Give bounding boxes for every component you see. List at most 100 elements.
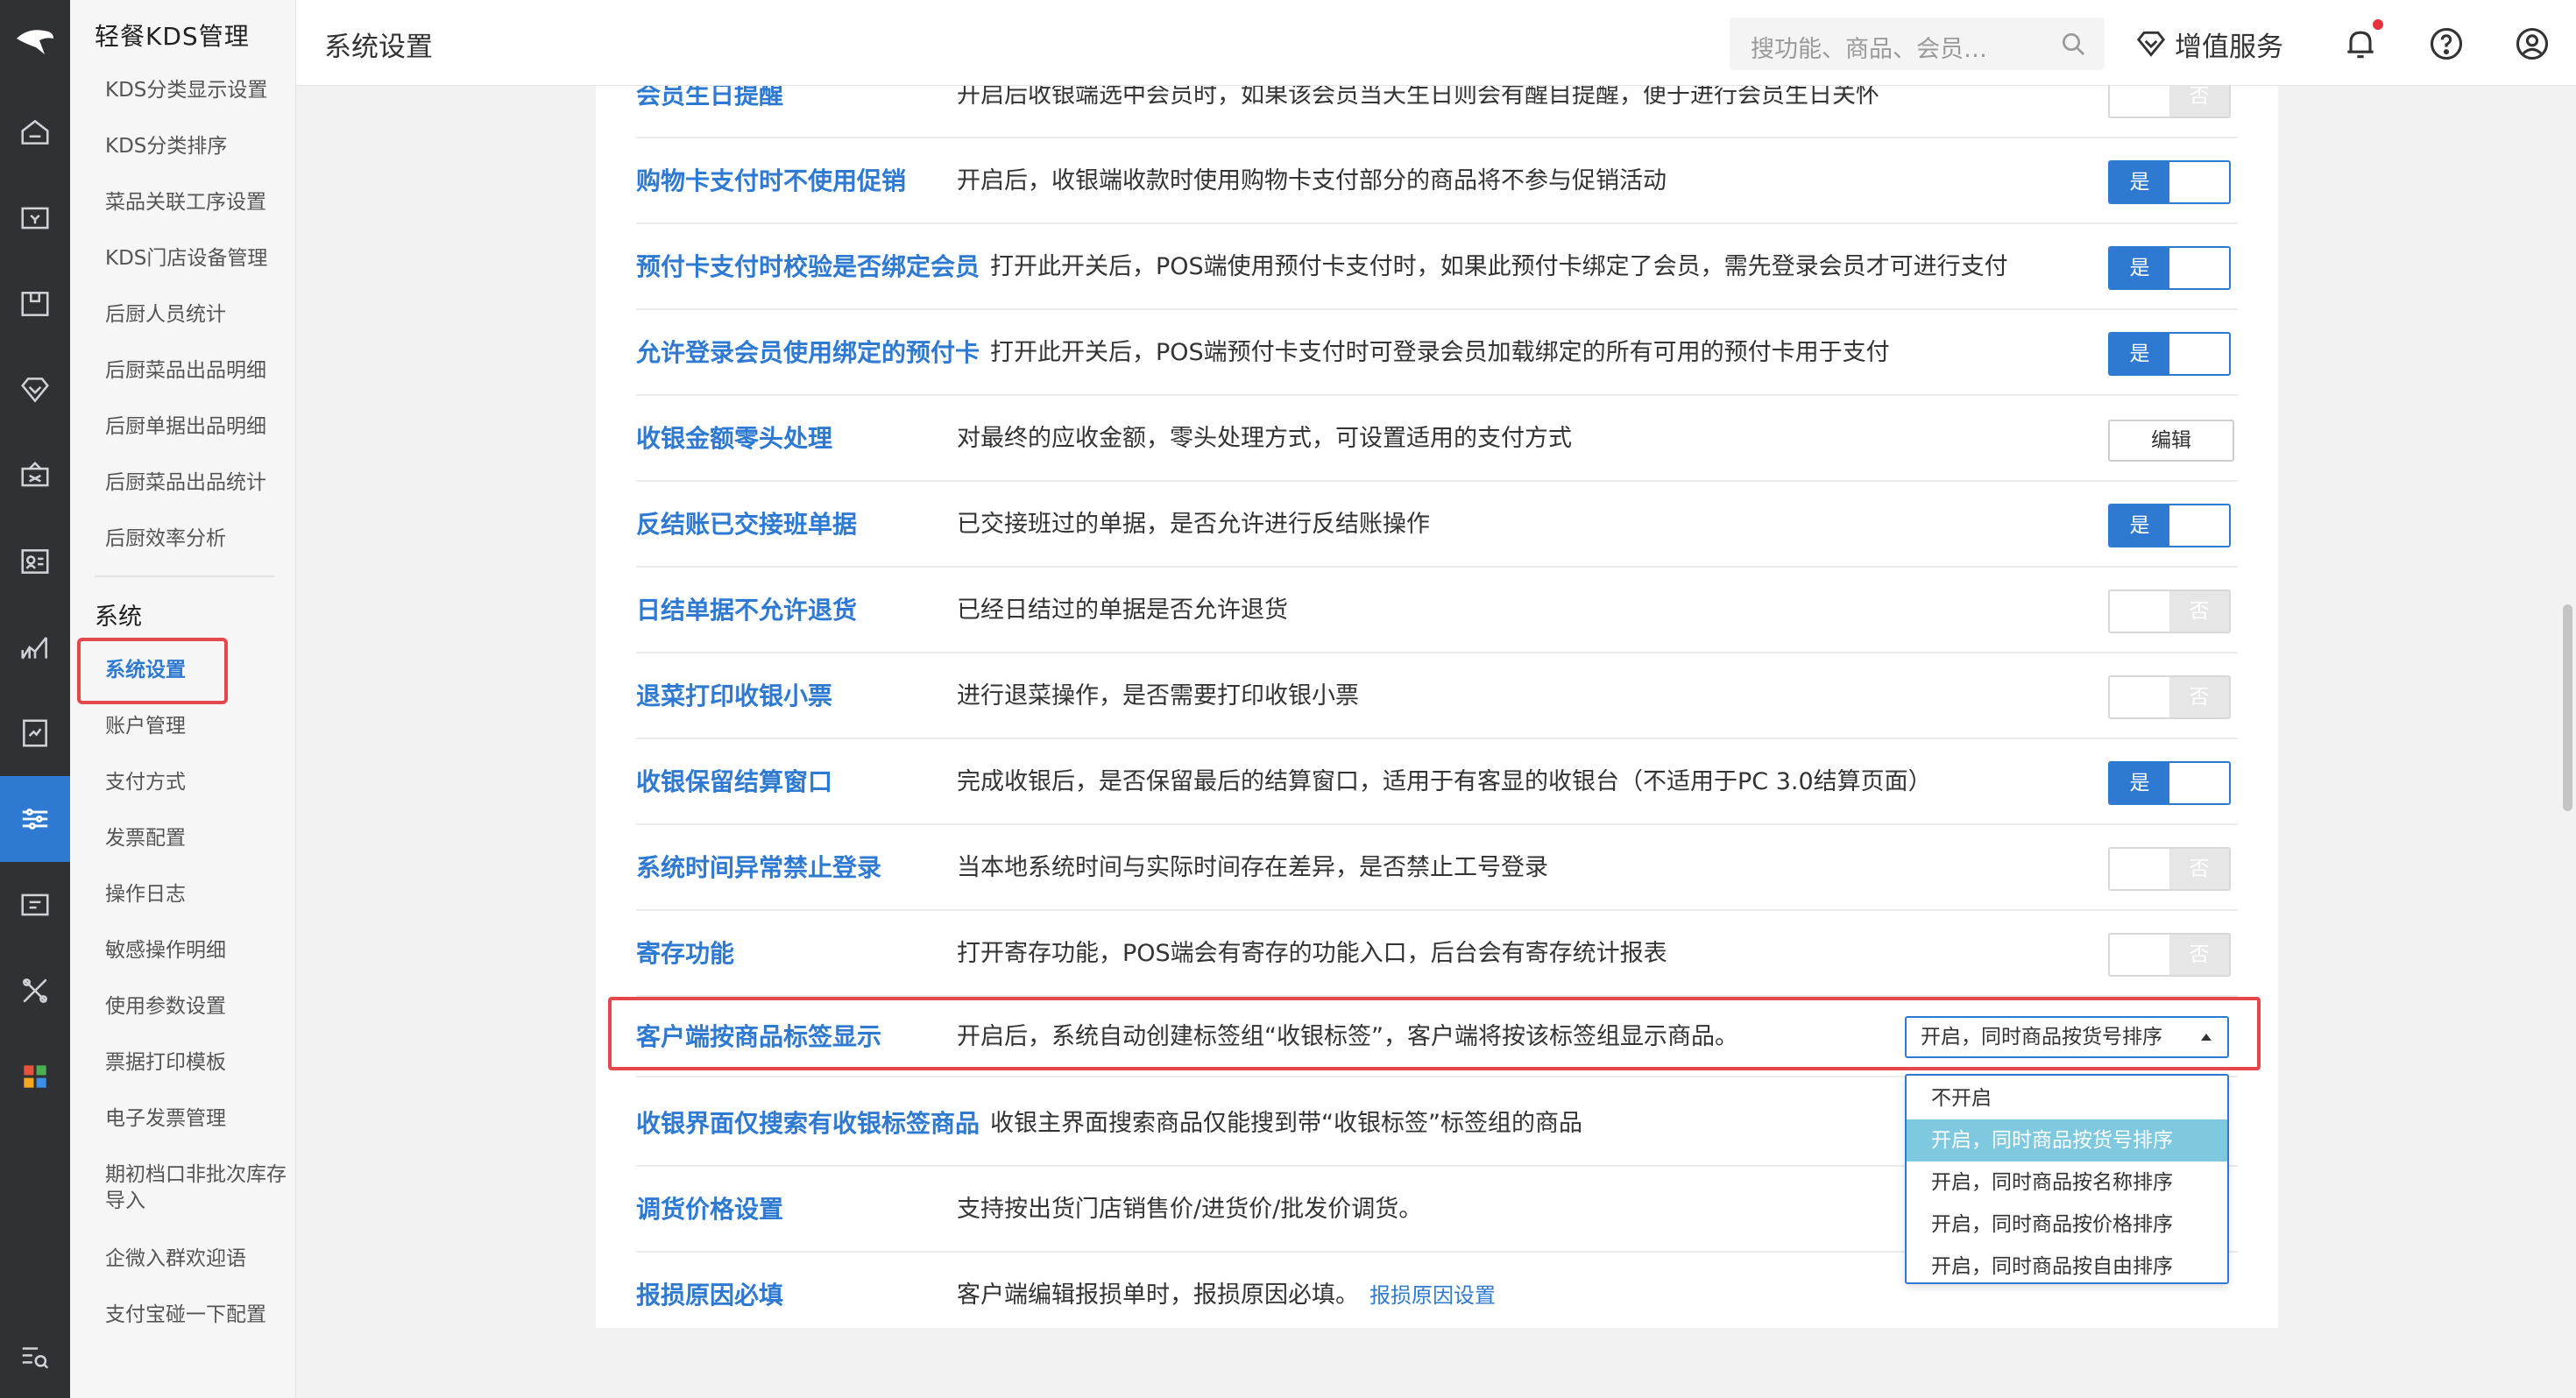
setting-desc: 对最终的应收金额，零头处理方式，可设置适用的支付方式 <box>957 425 1572 452</box>
setting-desc: 收银主界面搜索商品仅能搜到带“收银标签”标签组的商品 <box>990 1110 1582 1137</box>
icon-rail <box>0 0 70 1398</box>
sidebar-item-alipay-tap[interactable]: 支付宝碰一下配置 <box>105 1302 289 1328</box>
setting-desc: 当本地系统时间与实际时间存在差异，是否禁止工号登录 <box>957 854 1548 881</box>
setting-desc: 支持按出货门店销售价/进货价/批发价调货。 <box>957 1196 1423 1223</box>
sidebar-item-operation-log[interactable]: 操作日志 <box>105 881 289 907</box>
help-icon[interactable] <box>2427 25 2466 63</box>
logo-icon <box>17 30 53 54</box>
setting-toggle[interactable]: 是 <box>2108 761 2231 805</box>
setting-name[interactable]: 寄存功能 <box>636 911 734 997</box>
home-icon[interactable] <box>0 89 70 175</box>
setting-row: 会员生日提醒 开启后收银端选中会员时，如果该会员当天生日则会有醒目提醒，便于进行… <box>636 86 2238 138</box>
sidebar-item-kds-category-display[interactable]: KDS分类显示设置 <box>105 77 289 103</box>
sidebar-divider <box>95 575 274 577</box>
member-icon[interactable] <box>0 347 70 433</box>
sidebar-item-invoice-config[interactable]: 发票配置 <box>105 825 289 851</box>
setting-row: 系统时间异常禁止登录 当本地系统时间与实际时间存在差异，是否禁止工号登录 否 <box>636 825 2238 911</box>
sidebar-item-dish-output-stats[interactable]: 后厨菜品出品统计 <box>105 470 289 496</box>
setting-row: 预付卡支付时校验是否绑定会员 打开此开关后，POS端使用预付卡支付时，如果此预付… <box>636 224 2238 310</box>
setting-name[interactable]: 报损原因必填 <box>636 1253 783 1328</box>
sidebar-item-sensitive-ops[interactable]: 敏感操作明细 <box>105 937 289 964</box>
sidebar-item-kds-category-sort[interactable]: KDS分类排序 <box>105 133 289 159</box>
toggle-label: 否 <box>2169 86 2229 116</box>
setting-name[interactable]: 调货价格设置 <box>636 1167 783 1253</box>
setting-name[interactable]: 收银界面仅搜索有收银标签商品 <box>636 1081 980 1167</box>
bell-icon[interactable] <box>2341 25 2380 63</box>
settings-panel: 会员生日提醒 开启后收银端选中会员时，如果该会员当天生日则会有醒目提醒，便于进行… <box>596 86 2278 1328</box>
staff-icon[interactable] <box>0 519 70 604</box>
setting-row: 反结账已交接班单据 已交接班过的单据，是否允许进行反结账操作 是 <box>636 482 2238 568</box>
report-icon[interactable] <box>0 604 70 690</box>
setting-name[interactable]: 收银金额零头处理 <box>636 396 832 482</box>
sidebar-item-wecom-welcome[interactable]: 企微入群欢迎语 <box>105 1246 289 1272</box>
toggle-label: 是 <box>2110 505 2169 546</box>
sidebar-item-payment-methods[interactable]: 支付方式 <box>105 769 289 795</box>
setting-toggle[interactable]: 是 <box>2108 332 2231 376</box>
sidebar-item-e-invoice[interactable]: 电子发票管理 <box>105 1105 289 1132</box>
sidebar-item-print-template[interactable]: 票据打印模板 <box>105 1049 289 1076</box>
setting-toggle[interactable]: 否 <box>2108 590 2231 633</box>
sidebar-item-system-settings[interactable]: 系统设置 <box>105 657 289 683</box>
value-added-services-label: 增值服务 <box>2175 31 2283 63</box>
setting-name[interactable]: 退菜打印收银小票 <box>636 653 832 739</box>
setting-toggle[interactable]: 否 <box>2108 86 2231 118</box>
toggle-label: 是 <box>2110 334 2169 374</box>
cashier-icon[interactable] <box>0 175 70 261</box>
setting-name[interactable]: 预付卡支付时校验是否绑定会员 <box>636 224 980 310</box>
setting-desc: 打开此开关后，POS端使用预付卡支付时，如果此预付卡绑定了会员，需先登录会员才可… <box>990 253 2008 280</box>
tools-icon[interactable] <box>0 948 70 1034</box>
setting-name[interactable]: 允许登录会员使用绑定的预付卡 <box>636 310 980 396</box>
setting-row: 允许登录会员使用绑定的预付卡 打开此开关后，POS端预付卡支付时可登录会员加载绑… <box>636 310 2238 396</box>
setting-toggle[interactable]: 否 <box>2108 933 2231 977</box>
document-icon[interactable] <box>0 690 70 776</box>
setting-toggle[interactable]: 否 <box>2108 675 2231 719</box>
setting-name[interactable]: 反结账已交接班单据 <box>636 482 857 568</box>
scrollbar-thumb[interactable] <box>2563 604 2572 811</box>
setting-toggle[interactable]: 是 <box>2108 160 2231 204</box>
app-logo[interactable] <box>0 0 70 84</box>
sidebar-item-initial-stock-import[interactable]: 期初档口非批次库存导入 <box>105 1161 289 1214</box>
diamond-icon <box>2136 31 2166 57</box>
sort-mode-dropdown: 不开启 开启，同时商品按货号排序 开启，同时商品按名称排序 开启，同时商品按价格… <box>1905 1074 2229 1284</box>
toggle-label: 否 <box>2169 849 2229 889</box>
marketing-icon[interactable] <box>0 433 70 519</box>
setting-name[interactable]: 日结单据不允许退货 <box>636 568 857 653</box>
sidebar-item-kds-devices[interactable]: KDS门店设备管理 <box>105 245 289 272</box>
highlight-box-row <box>608 997 2261 1070</box>
apps-icon[interactable] <box>0 1034 70 1119</box>
toggle-label: 否 <box>2169 591 2229 632</box>
dropdown-option-selected[interactable]: 开启，同时商品按货号排序 <box>1907 1119 2227 1161</box>
dropdown-option[interactable]: 开启，同时商品按价格排序 <box>1907 1204 2227 1246</box>
value-added-services-button[interactable]: 增值服务 <box>2134 23 2283 65</box>
setting-toggle[interactable]: 否 <box>2108 847 2231 891</box>
loss-reason-settings-link[interactable]: 报损原因设置 <box>1369 1283 1496 1308</box>
notification-dot <box>2373 19 2383 30</box>
dropdown-option[interactable]: 不开启 <box>1907 1077 2227 1119</box>
setting-name[interactable]: 购物卡支付时不使用促销 <box>636 138 906 224</box>
search-icon[interactable] <box>2059 30 2087 58</box>
settings-icon[interactable] <box>0 776 70 862</box>
sidebar-item-usage-params[interactable]: 使用参数设置 <box>105 993 289 1020</box>
dropdown-option[interactable]: 开启，同时商品按名称排序 <box>1907 1161 2227 1204</box>
search-input[interactable]: 搜功能、商品、会员… <box>1751 30 1987 64</box>
goods-icon[interactable] <box>0 261 70 347</box>
setting-name[interactable]: 收银保留结算窗口 <box>636 739 832 825</box>
sidebar-item-dish-output-detail[interactable]: 后厨菜品出品明细 <box>105 357 289 384</box>
setting-name[interactable]: 系统时间异常禁止登录 <box>636 825 881 911</box>
user-avatar-icon[interactable] <box>2513 25 2551 63</box>
setting-name[interactable]: 会员生日提醒 <box>636 86 783 138</box>
sidebar-item-efficiency[interactable]: 后厨效率分析 <box>105 526 289 552</box>
sidebar-item-dish-process[interactable]: 菜品关联工序设置 <box>105 189 289 215</box>
setting-toggle[interactable]: 是 <box>2108 246 2231 290</box>
menu-search-icon[interactable] <box>0 1314 70 1398</box>
sidebar-item-kitchen-staff[interactable]: 后厨人员统计 <box>105 301 289 328</box>
edit-button[interactable]: 编辑 <box>2108 420 2234 462</box>
screen-icon[interactable] <box>0 862 70 948</box>
sidebar-item-accounts[interactable]: 账户管理 <box>105 713 289 739</box>
sidebar-item-bill-output-detail[interactable]: 后厨单据出品明细 <box>105 413 289 440</box>
setting-desc: 进行退菜操作，是否需要打印收银小票 <box>957 682 1359 710</box>
setting-row: 购物卡支付时不使用促销 开启后，收银端收款时使用购物卡支付部分的商品将不参与促销… <box>636 138 2238 224</box>
search-box[interactable]: 搜功能、商品、会员… <box>1730 18 2105 70</box>
setting-toggle[interactable]: 是 <box>2108 504 2231 547</box>
dropdown-option[interactable]: 开启，同时商品按自由排序 <box>1907 1246 2227 1288</box>
